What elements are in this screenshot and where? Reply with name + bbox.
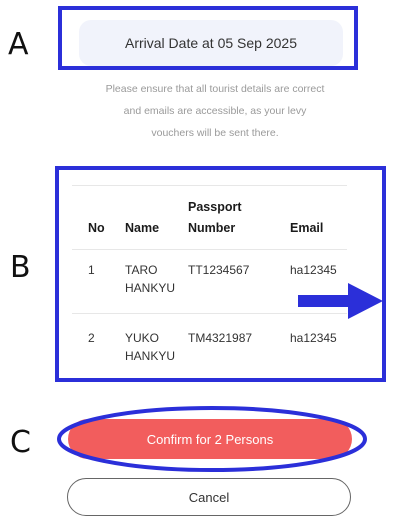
info-line: Please ensure that all tourist details a…: [105, 83, 325, 95]
info-line: and emails are accessible, as your levy: [123, 105, 307, 117]
levy-info-text: Please ensure that all tourist details a…: [70, 78, 360, 144]
callout-label-b: B: [10, 250, 31, 285]
callout-label-c: C: [10, 425, 31, 460]
callout-label-a: A: [8, 27, 29, 62]
info-line: vouchers will be sent there.: [151, 127, 279, 139]
annotation-box-b: [55, 166, 386, 382]
right-arrow-icon: [298, 283, 383, 319]
cancel-button[interactable]: Cancel: [67, 478, 351, 516]
annotation-box-a: [58, 6, 358, 70]
cancel-button-label: Cancel: [188, 489, 230, 505]
annotation-ellipse-c: [57, 406, 367, 472]
